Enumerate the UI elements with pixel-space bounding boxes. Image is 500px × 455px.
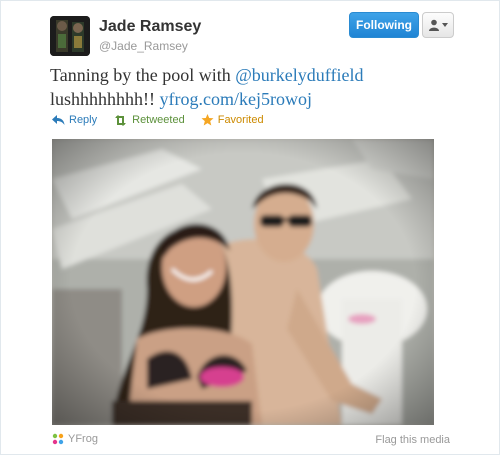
user-name[interactable]: Jade Ramsey	[99, 18, 201, 36]
favorite-action[interactable]: Favorited	[201, 114, 264, 126]
mention-link[interactable]: @burkelyduffield	[235, 65, 363, 85]
avatar-photo	[50, 16, 90, 56]
following-button[interactable]: Following	[349, 12, 419, 38]
media-photo[interactable]	[52, 139, 434, 425]
flag-media-link[interactable]: Flag this media	[375, 434, 450, 446]
user-dropdown-icon	[429, 19, 439, 31]
user-handle[interactable]: @Jade_Ramsey	[99, 39, 188, 53]
tweet-actions: Reply Retweeted Favorited	[52, 114, 264, 126]
favorite-label: Favorited	[217, 114, 264, 126]
tweet-text-start: Tanning by the pool with	[50, 65, 236, 85]
retweet-action[interactable]: Retweeted	[113, 114, 185, 126]
tweet-text: Tanning by the pool with @burkelyduffiel…	[50, 63, 470, 111]
chevron-down-icon	[442, 23, 448, 27]
tweet-card: Jade Ramsey @Jade_Ramsey Following Tanni…	[0, 0, 500, 455]
reply-icon	[52, 115, 65, 125]
media-provider-label: YFrog	[68, 433, 98, 445]
media-link[interactable]: yfrog.com/kej5rowoj	[160, 89, 312, 109]
reply-label: Reply	[69, 114, 98, 126]
yfrog-icon	[52, 433, 64, 445]
media-provider[interactable]: YFrog	[52, 433, 98, 445]
pool-photo-image	[52, 139, 434, 425]
tweet-text-middle: lushhhhhhhh!!	[50, 89, 160, 109]
avatar[interactable]	[50, 16, 90, 56]
retweet-icon	[115, 114, 127, 126]
retweet-label: Retweeted	[132, 114, 185, 126]
star-icon	[201, 114, 214, 126]
reply-action[interactable]: Reply	[52, 114, 97, 126]
user-actions-button[interactable]	[422, 12, 454, 38]
